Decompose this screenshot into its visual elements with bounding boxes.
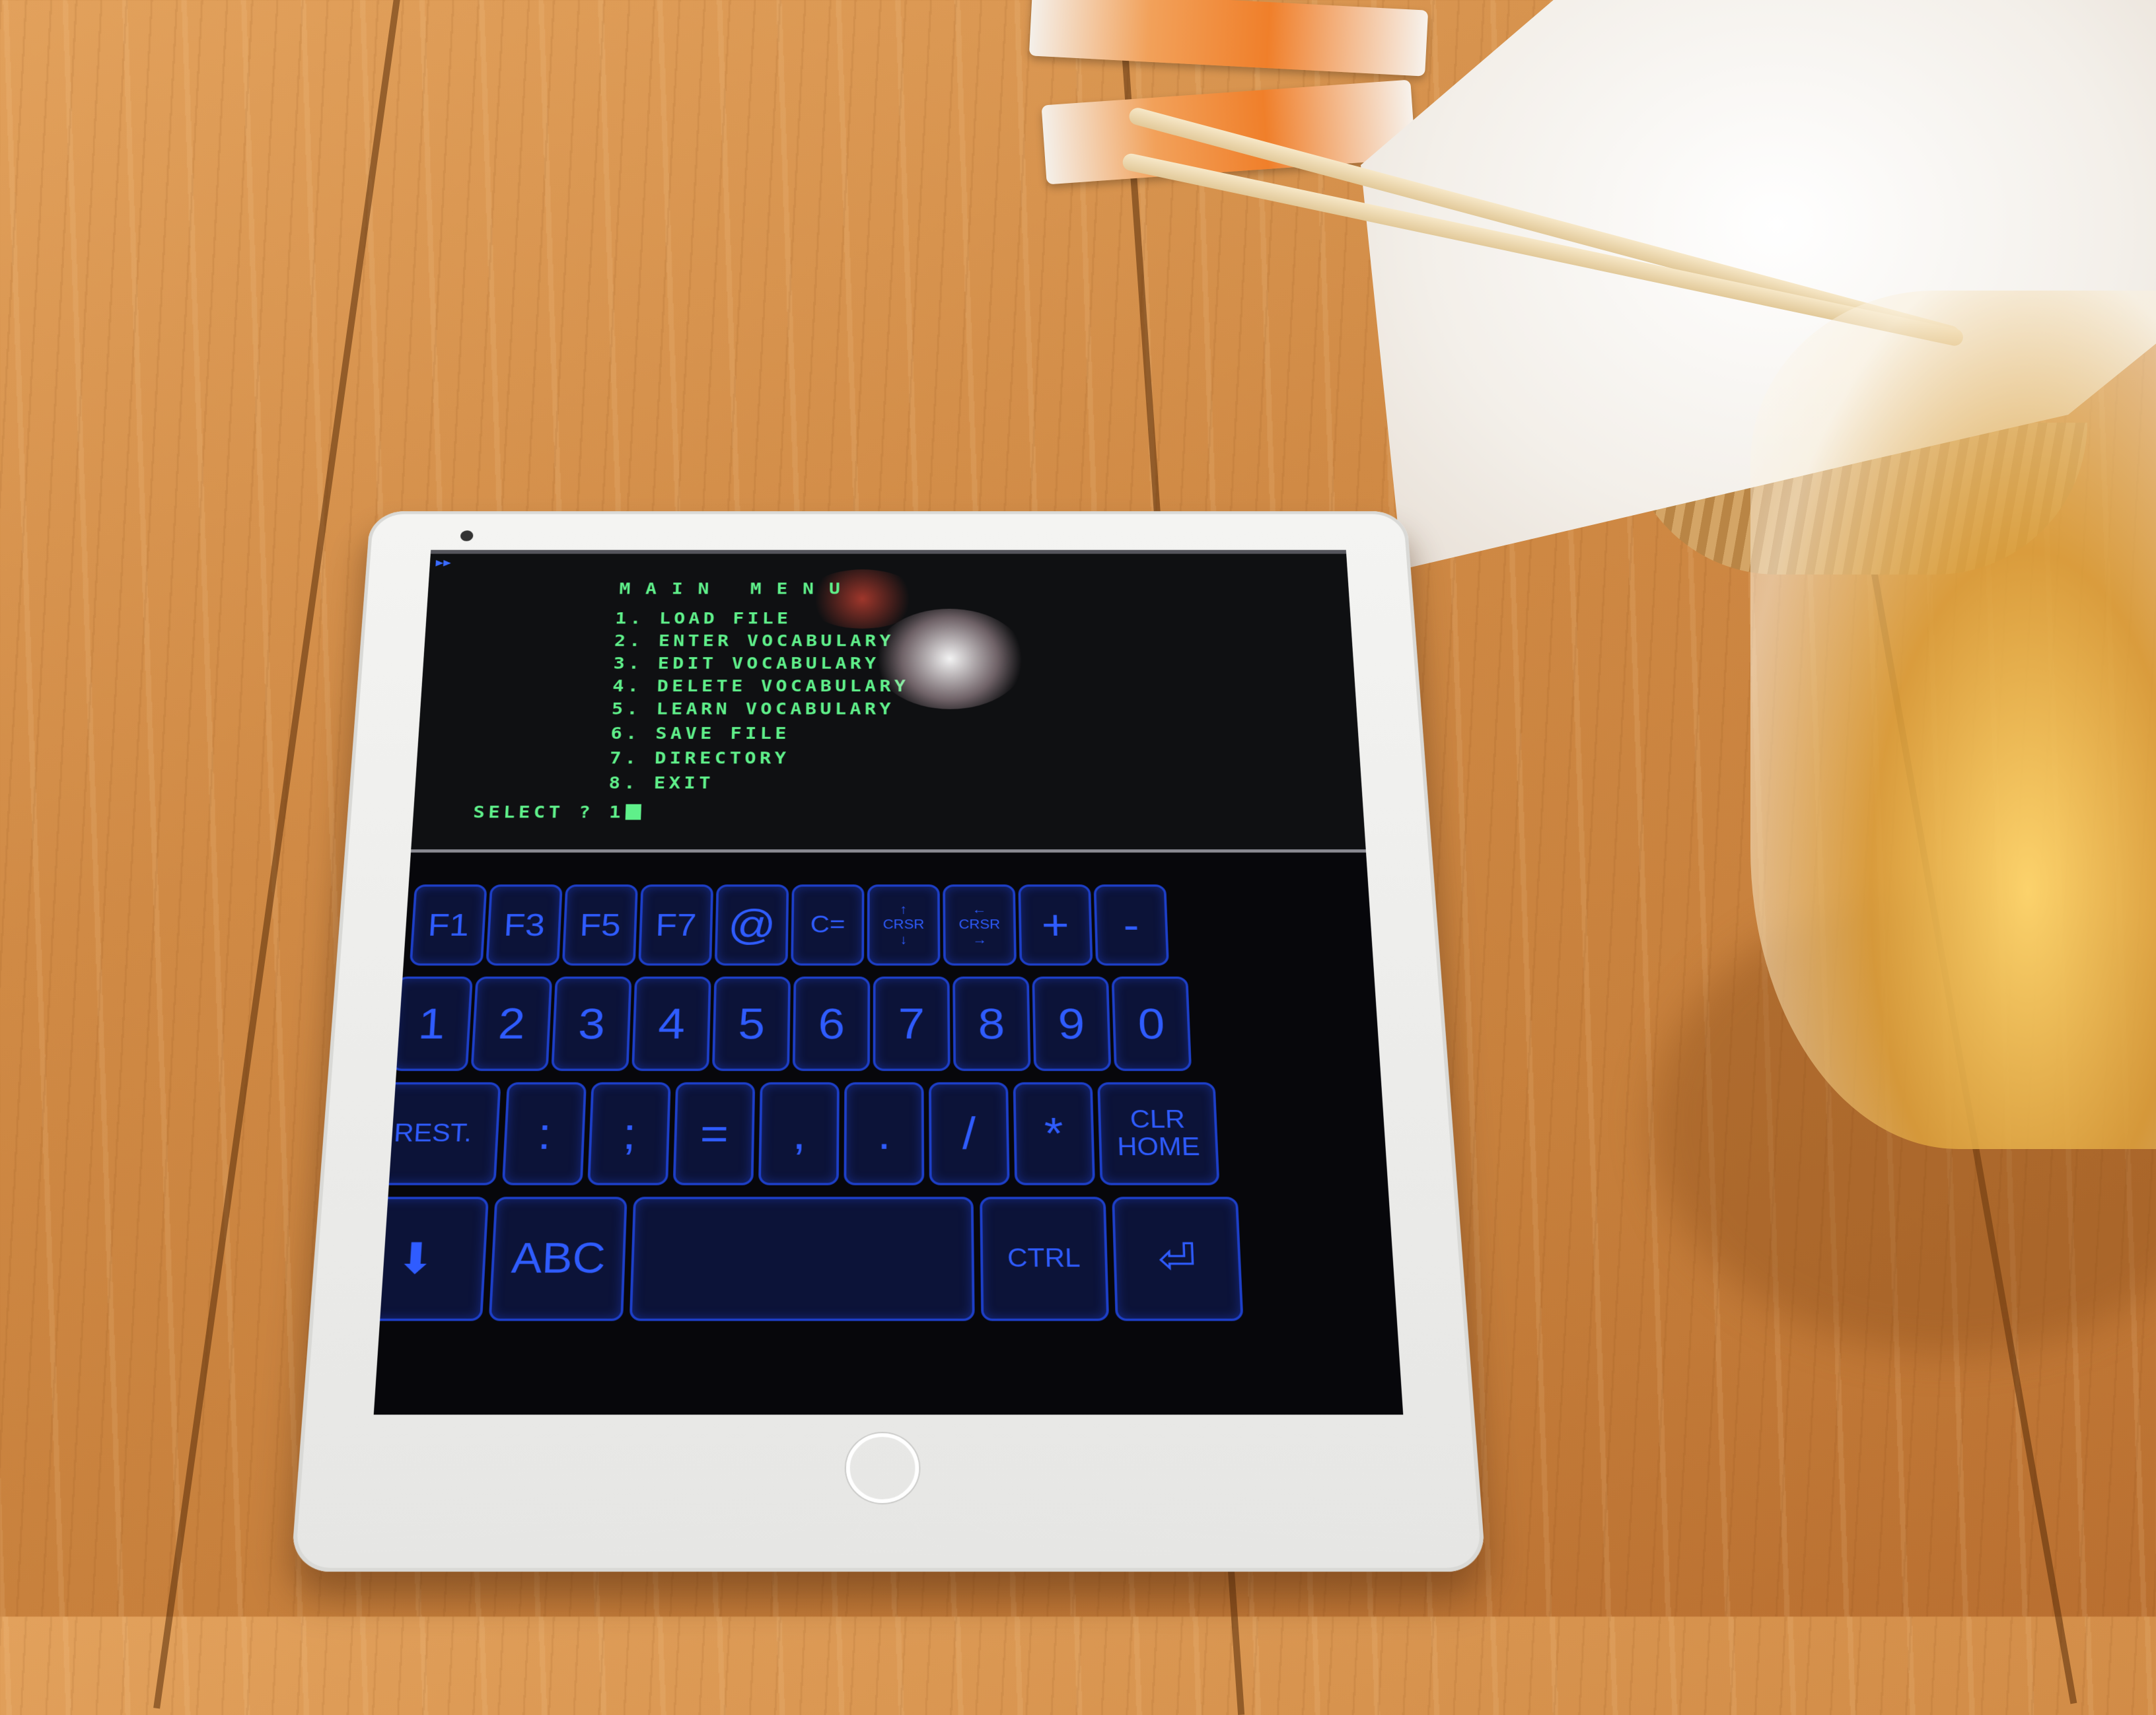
key-asterisk[interactable]: * — [1013, 1082, 1095, 1185]
key-3[interactable]: 3 — [551, 976, 632, 1071]
c64-terminal: ▶▶ MAIN MENU 1. LOAD FILE 2. ENTER VOCAB… — [410, 549, 1367, 853]
key-restore[interactable]: REST. — [373, 1082, 501, 1185]
menu-item-learn-vocabulary[interactable]: 5. LEARN VOCABULARY — [611, 699, 894, 718]
menu-item-load-file[interactable]: 1. LOAD FILE — [615, 609, 792, 628]
key-cursor-left-right[interactable]: ← CRSR → — [943, 884, 1017, 966]
menu-item-exit[interactable]: 8. EXIT — [608, 773, 714, 792]
key-2[interactable]: 2 — [470, 976, 553, 1071]
menu-item-delete-vocabulary[interactable]: 4. DELETE VOCABULARY — [612, 676, 910, 695]
menu-item-directory[interactable]: 7. DIRECTORY — [610, 748, 790, 768]
key-abc[interactable]: ABC — [488, 1197, 628, 1321]
key-return[interactable]: ⏎ — [1112, 1197, 1244, 1321]
key-shift-down[interactable]: ⬇ — [373, 1197, 489, 1321]
home-button[interactable] — [845, 1433, 919, 1504]
key-at[interactable]: @ — [714, 884, 789, 966]
key-minus[interactable]: - — [1093, 884, 1169, 966]
key-comma[interactable]: , — [758, 1082, 840, 1185]
key-semicolon[interactable]: ; — [587, 1082, 671, 1185]
menu-item-save-file[interactable]: 6. SAVE FILE — [610, 724, 790, 744]
key-f3[interactable]: F3 — [485, 884, 563, 966]
key-cursor-up-down[interactable]: ↑ CRSR ↓ — [867, 884, 941, 966]
key-f1[interactable]: F1 — [409, 884, 487, 966]
key-plus[interactable]: + — [1018, 884, 1093, 966]
key-4[interactable]: 4 — [631, 976, 711, 1071]
prompt-text: SELECT ? 1 — [472, 802, 625, 822]
virtual-keyboard: F1 F3 F5 F7 @ C= ↑ CRSR ↓ ← CRSR → + - 1… — [373, 853, 1404, 1415]
select-prompt[interactable]: SELECT ? 1 — [473, 802, 641, 822]
menu-item-enter-vocabulary[interactable]: 2. ENTER VOCABULARY — [614, 631, 894, 650]
key-clr-home[interactable]: CLR HOME — [1097, 1082, 1220, 1185]
menu-item-edit-vocabulary[interactable]: 3. EDIT VOCABULARY — [613, 654, 879, 673]
key-7[interactable]: 7 — [873, 976, 951, 1071]
key-6[interactable]: 6 — [792, 976, 871, 1071]
key-slash[interactable]: / — [928, 1082, 1010, 1185]
key-equals[interactable]: = — [672, 1082, 756, 1185]
key-ctrl[interactable]: CTRL — [980, 1197, 1110, 1321]
front-camera — [460, 530, 474, 542]
key-f5[interactable]: F5 — [561, 884, 638, 966]
menu-title: MAIN MENU — [618, 579, 855, 598]
key-space[interactable] — [629, 1197, 975, 1321]
tablet-screen[interactable]: ▶▶ MAIN MENU 1. LOAD FILE 2. ENTER VOCAB… — [373, 549, 1404, 1415]
key-1[interactable]: 1 — [390, 976, 473, 1071]
key-colon[interactable]: : — [501, 1082, 587, 1185]
fast-forward-icon: ▶▶ — [435, 557, 452, 569]
key-5[interactable]: 5 — [711, 976, 791, 1071]
key-0[interactable]: 0 — [1111, 976, 1192, 1071]
tablet-device: ▶▶ MAIN MENU 1. LOAD FILE 2. ENTER VOCAB… — [291, 511, 1486, 1572]
terminal-top-bar — [430, 549, 1347, 554]
key-f7[interactable]: F7 — [638, 884, 714, 966]
text-cursor — [625, 804, 641, 820]
key-commodore[interactable]: C= — [791, 884, 865, 966]
beer-glass — [1750, 291, 2156, 1149]
key-8[interactable]: 8 — [952, 976, 1031, 1071]
key-period[interactable]: . — [844, 1082, 925, 1185]
key-9[interactable]: 9 — [1032, 976, 1112, 1071]
light-glare — [873, 608, 1027, 709]
sauce-packet — [1028, 0, 1429, 77]
